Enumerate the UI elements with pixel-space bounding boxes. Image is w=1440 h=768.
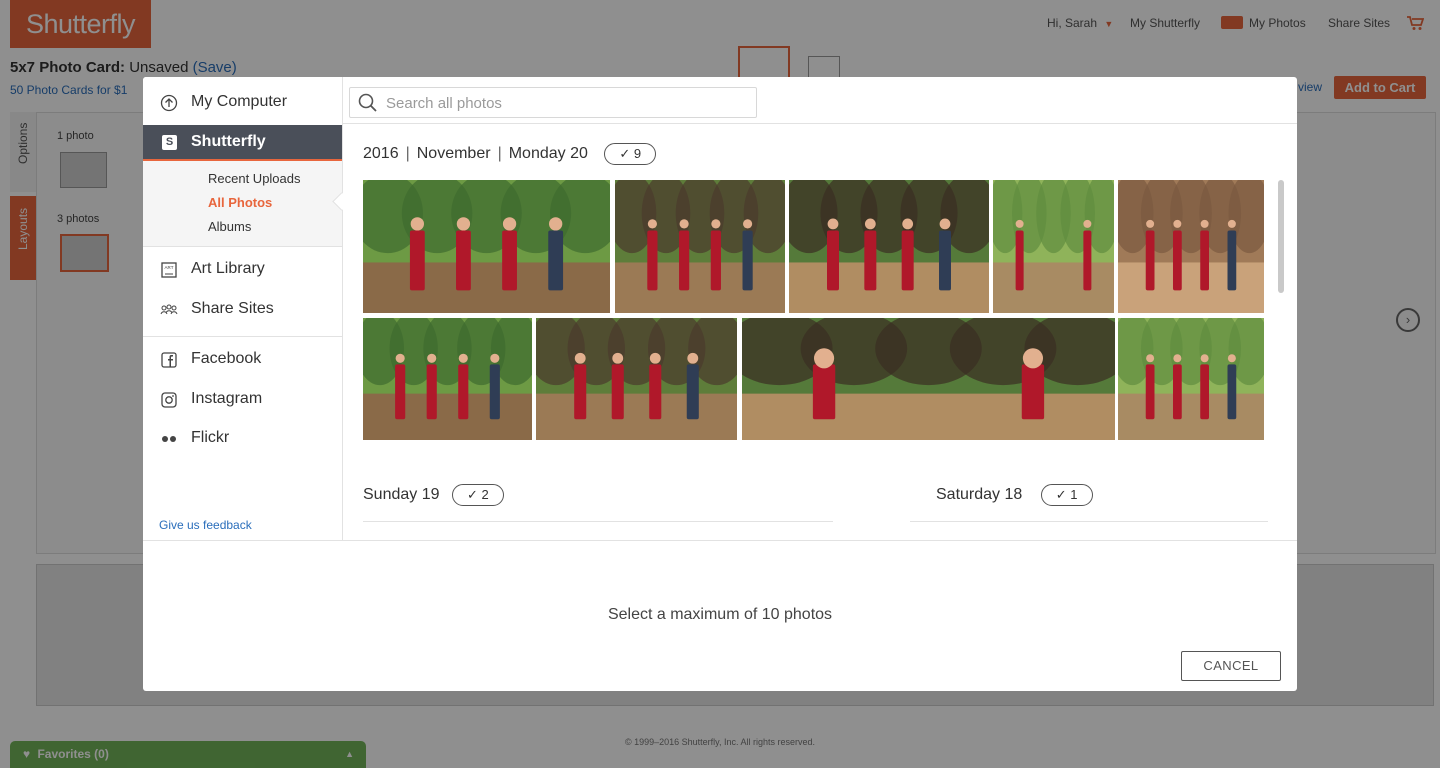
divider — [143, 540, 1297, 541]
date-group-header: 2016 | November | Monday 20 ✓ 9 — [363, 143, 657, 165]
source-sidebar: My Computer S Shutterfly Recent Uploads … — [143, 77, 343, 540]
photo-image — [363, 180, 610, 313]
photo-thumbnail[interactable] — [536, 318, 737, 440]
source-label: My Computer — [191, 93, 288, 110]
source-share-sites[interactable]: Share Sites — [143, 292, 342, 328]
feedback-link[interactable]: Give us feedback — [159, 518, 252, 532]
source-shutterfly[interactable]: S Shutterfly — [143, 125, 342, 161]
share-sites-icon — [160, 304, 178, 315]
divider — [363, 521, 833, 522]
flickr-icon — [162, 436, 176, 442]
check-icon: ✓ — [619, 146, 631, 161]
shutterfly-subnav: Recent Uploads All Photos Albums — [143, 161, 342, 247]
group-year: 2016 — [363, 145, 399, 163]
photo-count: 1 — [1070, 487, 1078, 502]
photo-image — [363, 318, 532, 440]
source-label: Instagram — [191, 390, 263, 407]
photo-thumbnail[interactable] — [1118, 180, 1264, 313]
photo-image — [1118, 180, 1264, 313]
photo-image — [1118, 318, 1264, 440]
svg-text:ART: ART — [165, 265, 174, 270]
select-all-pill[interactable]: ✓ 9 — [604, 143, 657, 165]
check-icon: ✓ — [466, 487, 478, 502]
cancel-button[interactable]: CANCEL — [1181, 651, 1281, 681]
divider — [910, 521, 1268, 522]
scrollbar[interactable] — [1278, 180, 1284, 293]
check-icon: ✓ — [1055, 487, 1067, 502]
photo-browser: 2016|November|Monday 20 ✓ 9 Sunday 19 ✓ … — [343, 77, 1297, 540]
group-day: Sunday 19 — [363, 486, 440, 504]
photo-thumbnail[interactable] — [363, 180, 610, 313]
photo-count: 2 — [481, 487, 489, 502]
source-label: Share Sites — [191, 300, 274, 317]
subnav-all-photos[interactable]: All Photos — [208, 195, 272, 210]
photo-count: 9 — [633, 146, 642, 161]
photo-thumbnail[interactable] — [993, 180, 1114, 313]
photo-image — [789, 180, 989, 313]
search-input[interactable] — [384, 91, 748, 115]
divider — [143, 336, 342, 337]
photo-thumbnail[interactable] — [1118, 318, 1264, 440]
source-flickr[interactable]: Flickr — [143, 421, 342, 457]
source-art-library[interactable]: ART Art Library — [143, 252, 342, 288]
date-group-header: Sunday 19 ✓ 2 — [363, 484, 504, 506]
facebook-icon — [161, 352, 177, 368]
source-facebook[interactable]: Facebook — [143, 342, 342, 378]
photo-image — [993, 180, 1114, 313]
subnav-albums[interactable]: Albums — [208, 219, 251, 234]
subnav-recent-uploads[interactable]: Recent Uploads — [208, 171, 301, 186]
photo-picker-modal: My Computer S Shutterfly Recent Uploads … — [143, 77, 1297, 691]
photo-thumbnail[interactable] — [363, 318, 532, 440]
art-library-icon: ART — [161, 262, 177, 278]
search-icon — [358, 93, 377, 112]
date-group-header: Saturday 18 ✓ 1 — [936, 484, 1093, 506]
search-box[interactable] — [349, 87, 757, 118]
photo-image — [742, 318, 1115, 440]
photo-thumbnail[interactable] — [789, 180, 989, 313]
selection-limit-note: Select a maximum of 10 photos — [607, 606, 833, 623]
photo-image — [536, 318, 737, 440]
group-day: Monday 20 — [508, 145, 588, 163]
divider — [143, 246, 342, 247]
divider — [343, 123, 1297, 124]
photo-thumbnail[interactable] — [615, 180, 785, 313]
shutterfly-icon: S — [162, 135, 177, 150]
source-label: Art Library — [191, 260, 265, 277]
instagram-icon — [161, 392, 177, 408]
photo-thumbnail[interactable] — [742, 318, 1115, 440]
photo-image — [615, 180, 785, 313]
select-all-pill[interactable]: ✓ 1 — [1040, 484, 1093, 506]
select-all-pill[interactable]: ✓ 2 — [451, 484, 504, 506]
source-instagram[interactable]: Instagram — [143, 382, 342, 418]
group-month: November — [416, 145, 491, 163]
source-label: Flickr — [191, 429, 230, 446]
source-my-computer[interactable]: My Computer — [143, 85, 342, 121]
source-label: Shutterfly — [191, 133, 266, 150]
upload-icon — [160, 94, 178, 112]
group-day: Saturday 18 — [936, 486, 1023, 504]
source-label: Facebook — [191, 350, 262, 367]
